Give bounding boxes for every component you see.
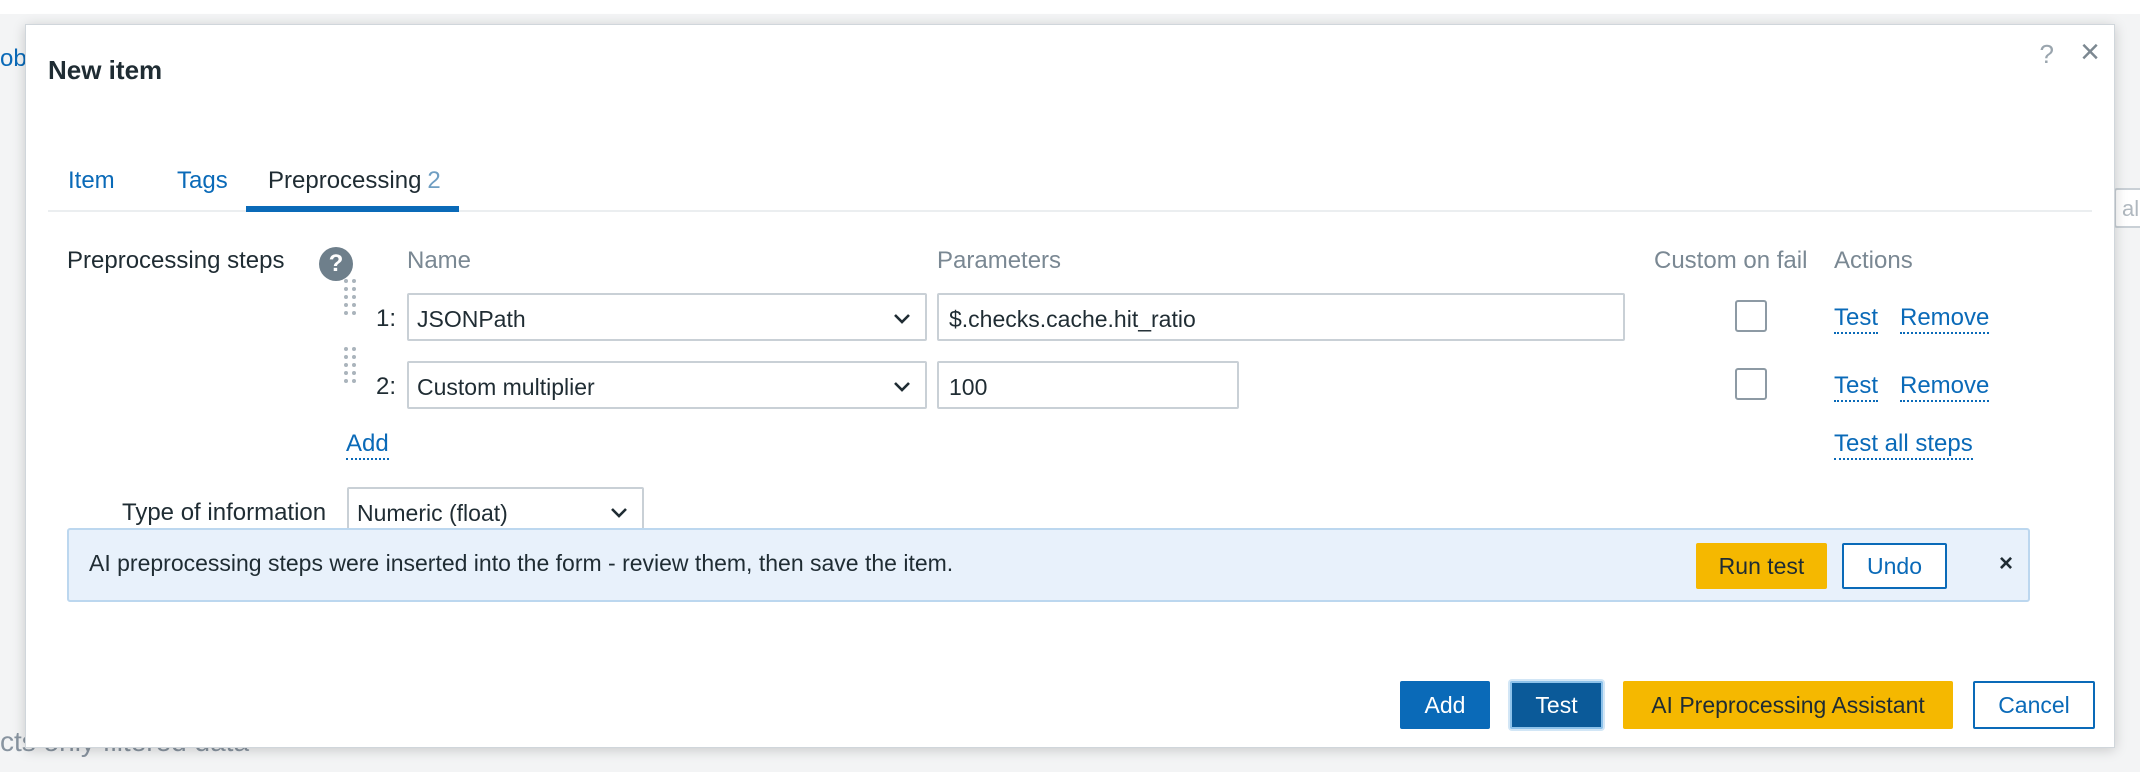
column-header-actions: Actions [1834, 247, 1913, 274]
step-1-remove-link[interactable]: Remove [1900, 305, 1990, 334]
step-2-name-select[interactable]: Custom multiplier [407, 361, 927, 409]
column-header-custom-on-fail: Custom on fail [1654, 247, 1808, 274]
chevron-down-icon [894, 314, 910, 324]
tab-tags[interactable]: Tags [177, 167, 228, 195]
ai-preprocessing-assistant-button[interactable]: AI Preprocessing Assistant [1623, 681, 1953, 729]
preprocessing-steps-label: Preprocessing steps [67, 247, 285, 274]
column-header-name: Name [407, 247, 472, 274]
run-test-button[interactable]: Run test [1696, 543, 1827, 589]
background-input-fragment-right: alu [2114, 188, 2140, 228]
banner-close-icon[interactable]: × [1999, 550, 2013, 578]
new-item-dialog: New item ? × Item Tags Preprocessing 2 Pr… [25, 24, 2115, 748]
tab-item[interactable]: Item [68, 167, 115, 195]
step-2-test-link[interactable]: Test [1834, 373, 1879, 402]
step-1-name-value: JSONPath [417, 306, 526, 332]
step-2-name-value: Custom multiplier [417, 374, 595, 400]
type-of-information-label: Type of information [122, 499, 327, 526]
step-1-name-select[interactable]: JSONPath [407, 293, 927, 341]
active-tab-indicator [246, 206, 459, 212]
tab-preprocessing[interactable]: Preprocessing 2 [268, 167, 441, 195]
chevron-down-icon [894, 382, 910, 392]
step-2-remove-link[interactable]: Remove [1900, 373, 1990, 402]
step-number: 2: [376, 373, 397, 400]
drag-handle-icon[interactable] [344, 347, 358, 383]
step-2-parameter-input[interactable]: 100 [937, 361, 1239, 409]
help-icon[interactable]: ? [2040, 39, 2054, 70]
step-1-custom-on-fail-checkbox[interactable] [1735, 300, 1767, 332]
preprocessing-help-icon[interactable]: ? [319, 247, 353, 281]
ai-notification-banner: AI preprocessing steps were inserted int… [67, 528, 2030, 602]
add-button[interactable]: Add [1400, 681, 1490, 729]
undo-button[interactable]: Undo [1842, 543, 1947, 589]
tab-preprocessing-label: Preprocessing [268, 167, 422, 194]
step-number: 1: [376, 305, 397, 332]
tab-preprocessing-count: 2 [427, 167, 441, 194]
dialog-title: New item [48, 55, 163, 85]
step-1-test-link[interactable]: Test [1834, 305, 1879, 334]
background-topbar [0, 0, 2140, 14]
step-1-parameter-input[interactable]: $.checks.cache.hit_ratio [937, 293, 1625, 341]
cancel-button[interactable]: Cancel [1973, 681, 2095, 729]
type-of-information-value: Numeric (float) [357, 500, 508, 526]
chevron-down-icon [611, 508, 627, 518]
step-2-custom-on-fail-checkbox[interactable] [1735, 368, 1767, 400]
test-button[interactable]: Test [1510, 681, 1603, 729]
tab-bar: Item Tags Preprocessing 2 [48, 145, 2092, 212]
drag-handle-icon[interactable] [344, 279, 358, 315]
test-all-steps-link[interactable]: Test all steps [1834, 431, 1973, 460]
add-step-link[interactable]: Add [346, 431, 389, 460]
column-header-parameters: Parameters [937, 247, 1062, 274]
banner-message: AI preprocessing steps were inserted int… [89, 550, 954, 576]
close-icon[interactable]: × [2080, 33, 2100, 72]
